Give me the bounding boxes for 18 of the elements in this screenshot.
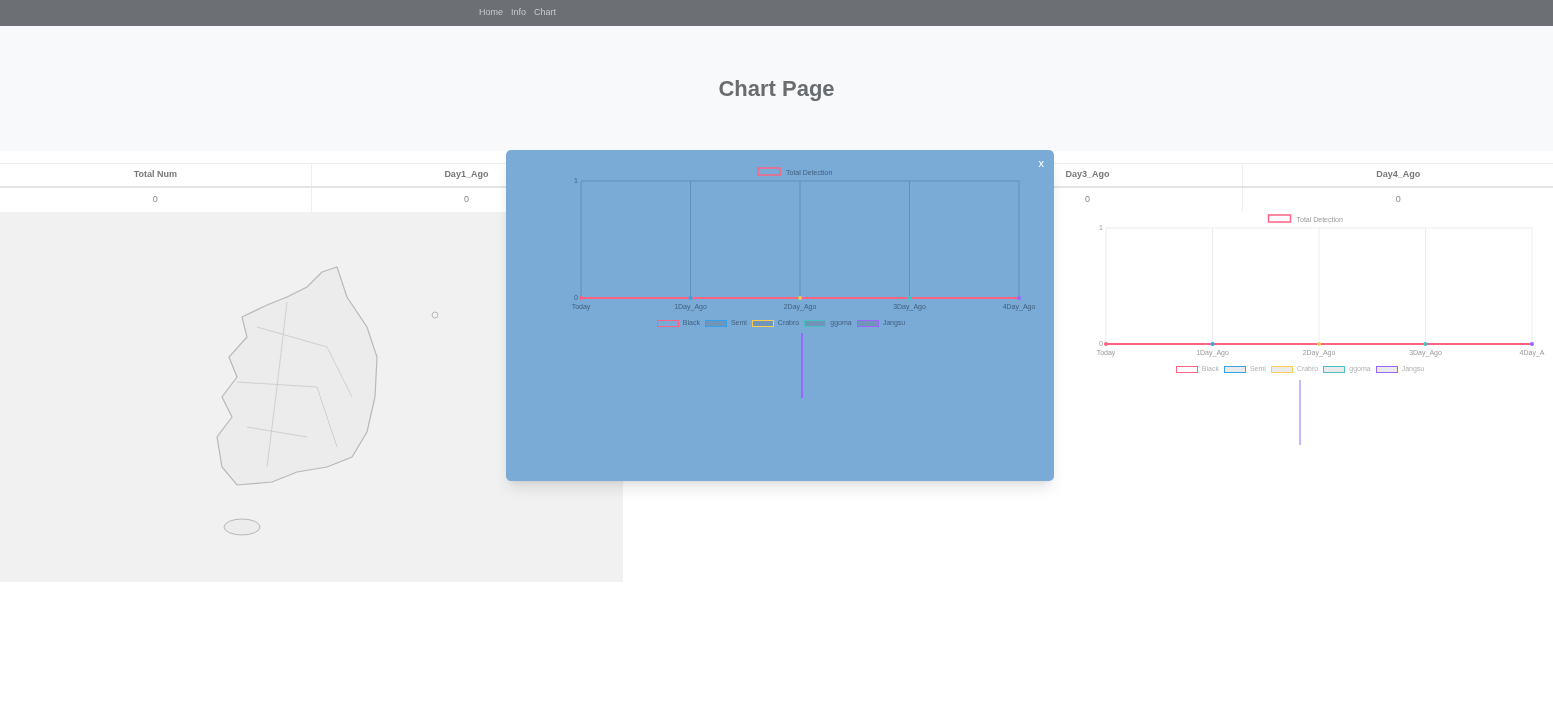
- data-point: [907, 296, 912, 300]
- table-cell-text: 0: [151, 193, 159, 207]
- data-point: [1317, 342, 1321, 346]
- nav-link[interactable]: Home: [479, 6, 503, 20]
- data-point: [688, 296, 693, 300]
- data-point: [1530, 342, 1534, 346]
- nav-link[interactable]: Info: [511, 6, 527, 20]
- column-header: Total Num: [132, 168, 178, 182]
- data-point: [1017, 296, 1021, 300]
- data-point: [579, 296, 583, 300]
- data-point: [1104, 342, 1108, 346]
- page-title: Chart Page: [718, 75, 835, 103]
- table-cell: 0: [1242, 188, 1553, 212]
- data-point: [798, 296, 802, 300]
- data-point: [1423, 342, 1428, 346]
- nav-link[interactable]: Chart: [534, 6, 557, 20]
- column-header: Day4_Ago: [1242, 164, 1553, 186]
- data-point: [1210, 342, 1215, 346]
